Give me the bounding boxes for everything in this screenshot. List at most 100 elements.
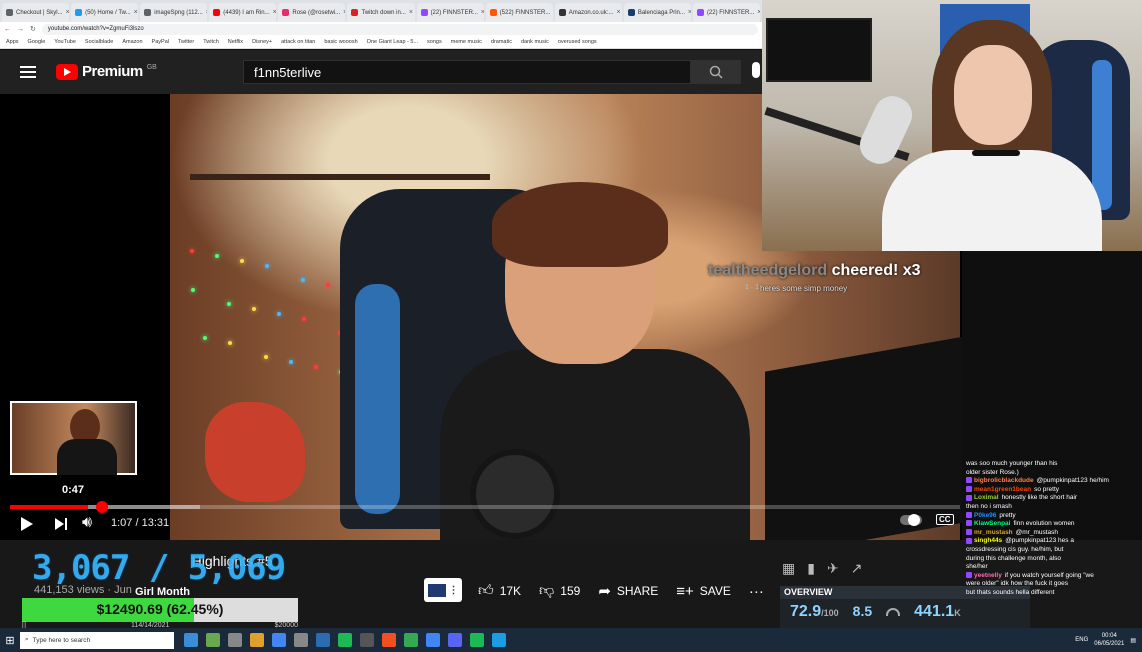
bookmark-item[interactable]: Amazon — [122, 39, 142, 45]
taskbar-app-icon[interactable] — [338, 633, 352, 647]
url-field[interactable]: youtube.com/watch?v=ZgmuFi3lszo — [41, 23, 758, 35]
taskbar-search[interactable]: ⌕ Type here to search — [20, 631, 174, 649]
bookmark-item[interactable]: Socialblade — [85, 39, 113, 45]
tab-close-icon[interactable]: × — [206, 9, 208, 16]
bar-chart-icon[interactable]: ▮ — [807, 560, 815, 577]
address-bar: ← → ↻ youtube.com/watch?v=ZgmuFi3lszo — [0, 22, 762, 36]
youtube-logo[interactable]: Premium GB — [56, 63, 157, 80]
menu-icon[interactable] — [20, 66, 36, 78]
save-button[interactable]: ≡+ SAVE — [676, 583, 731, 600]
chat-message: bigbrolicblackdude @pumpkinpat123 he/him — [962, 477, 1142, 486]
trend-icon[interactable]: ↗ — [851, 560, 863, 577]
bookmark-item[interactable]: PayPal — [152, 39, 169, 45]
bookmark-item[interactable]: dank music — [521, 39, 549, 45]
taskbar-app-icon[interactable] — [404, 633, 418, 647]
clock-time: 00:04 — [1101, 633, 1117, 639]
taskbar-app-icon[interactable] — [184, 633, 198, 647]
bookmark-item[interactable]: Netflix — [228, 39, 243, 45]
taskbar-app-icon[interactable] — [272, 633, 286, 647]
bookmark-item[interactable]: Twitch — [203, 39, 219, 45]
light-bulb — [190, 249, 194, 253]
seek-preview-thumbnail — [10, 401, 137, 475]
tab-close-icon[interactable]: × — [409, 9, 413, 16]
clock[interactable]: 00:04 06/05/2021 — [1094, 632, 1124, 648]
taskbar-app-icon[interactable] — [294, 633, 308, 647]
chat-username[interactable]: yeetnelly — [974, 572, 1002, 579]
bookmark-item[interactable]: dramatic — [491, 39, 512, 45]
share-button[interactable]: ➦ SHARE — [598, 582, 658, 600]
bookmark-item[interactable]: One Giant Leap - 5... — [367, 39, 418, 45]
light-bulb — [215, 254, 219, 258]
bookmark-item[interactable]: meme music — [451, 39, 482, 45]
chat-username[interactable]: mr_mustash — [974, 529, 1013, 536]
bookmark-item[interactable]: Disney+ — [252, 39, 272, 45]
browser-tab[interactable]: (22) FINNSTER... × — [692, 3, 761, 22]
chat-username[interactable]: Loximal — [974, 494, 999, 501]
tab-close-icon[interactable]: × — [273, 9, 277, 16]
twitter-icon[interactable]: ✈ — [827, 560, 839, 577]
chat-username[interactable]: mean1green1bean — [974, 486, 1031, 493]
tab-close-icon[interactable]: × — [134, 9, 138, 16]
like-button[interactable]: 👍︎ 17K — [478, 582, 521, 600]
browser-tab[interactable]: (50) Home / Tw... × — [71, 3, 139, 22]
taskbar-app-icon[interactable] — [448, 633, 462, 647]
tab-close-icon[interactable]: × — [66, 9, 70, 16]
tab-close-icon[interactable]: × — [343, 9, 345, 16]
chat-username[interactable]: KlawSenpai — [974, 520, 1010, 527]
search-input[interactable]: f1nn5terlive — [243, 60, 691, 84]
cheer-dots: 1 · 1 — [745, 284, 760, 291]
back-icon[interactable]: ← — [4, 26, 11, 33]
browser-tab[interactable]: Balenciaga Prin... × — [623, 3, 691, 22]
browser-tab[interactable]: Rose (@rosetwi... × — [278, 3, 346, 22]
dislike-button[interactable]: 👎︎ 159 — [539, 582, 580, 600]
grid-icon[interactable]: ▦ — [782, 560, 795, 577]
taskbar-app-icon[interactable] — [206, 633, 220, 647]
tab-close-icon[interactable]: × — [616, 9, 620, 16]
notifications-icon[interactable]: ▤ — [1130, 637, 1136, 644]
play-button[interactable] — [21, 517, 33, 531]
taskbar-app-icon[interactable] — [228, 633, 242, 647]
taskbar-app-icon[interactable] — [382, 633, 396, 647]
microphone-icon[interactable] — [752, 62, 760, 78]
bookmark-item[interactable]: YouTube — [54, 39, 76, 45]
bookmark-item[interactable]: songs — [427, 39, 442, 45]
taskbar-app-icon[interactable] — [250, 633, 264, 647]
bookmark-item[interactable]: Apps — [6, 39, 19, 45]
taskbar-app-icon[interactable] — [316, 633, 330, 647]
chat-username[interactable]: P0ke96 — [974, 512, 996, 519]
bookmark-item[interactable]: Twitter — [178, 39, 194, 45]
windows-start-icon[interactable]: ⊞ — [0, 628, 20, 652]
tab-close-icon[interactable]: × — [688, 9, 691, 16]
taskbar-app-icon[interactable] — [492, 633, 506, 647]
taskbar-app-icon[interactable] — [470, 633, 484, 647]
browser-tab[interactable]: (522) FINNSTER...× — [485, 3, 553, 22]
autoplay-toggle[interactable] — [900, 513, 922, 526]
captions-button[interactable]: CC — [936, 514, 954, 525]
search-button[interactable] — [691, 60, 741, 84]
browser-tab[interactable]: (4439) I am Rin... × — [209, 3, 277, 22]
nm-extension-button[interactable]: ⋮ — [424, 578, 462, 602]
browser-tab[interactable]: (22) FINNSTER... × — [416, 3, 484, 22]
chat-username[interactable]: singh44s — [974, 537, 1002, 544]
progress-bar[interactable] — [10, 505, 960, 509]
tab-close-icon[interactable]: × — [481, 9, 484, 16]
bookmark-item[interactable]: attack on titan — [281, 39, 315, 45]
forward-icon[interactable]: → — [17, 26, 24, 33]
tab-close-icon[interactable]: × — [757, 9, 760, 16]
taskbar-app-icon[interactable] — [360, 633, 374, 647]
bookmark-item[interactable]: Google — [28, 39, 46, 45]
tab-title: Twitch down in... — [361, 9, 406, 16]
more-button[interactable]: ··· — [749, 583, 764, 600]
browser-tab[interactable]: Checkout | Skyl... × — [2, 3, 70, 22]
language-indicator[interactable]: ENG — [1075, 637, 1088, 643]
volume-icon[interactable]: 🔊︎ — [82, 515, 92, 531]
reload-icon[interactable]: ↻ — [30, 25, 36, 33]
chat-username[interactable]: bigbrolicblackdude — [974, 477, 1034, 484]
next-button[interactable] — [55, 518, 69, 530]
browser-tab[interactable]: Twitch down in... × — [347, 3, 415, 22]
browser-tab[interactable]: imageSpng (112...× — [140, 3, 208, 22]
taskbar-app-icon[interactable] — [426, 633, 440, 647]
bookmark-item[interactable]: overused songs — [558, 39, 597, 45]
browser-tab[interactable]: Amazon.co.uk:... × — [554, 3, 622, 22]
bookmark-item[interactable]: basic wooosh — [324, 39, 357, 45]
